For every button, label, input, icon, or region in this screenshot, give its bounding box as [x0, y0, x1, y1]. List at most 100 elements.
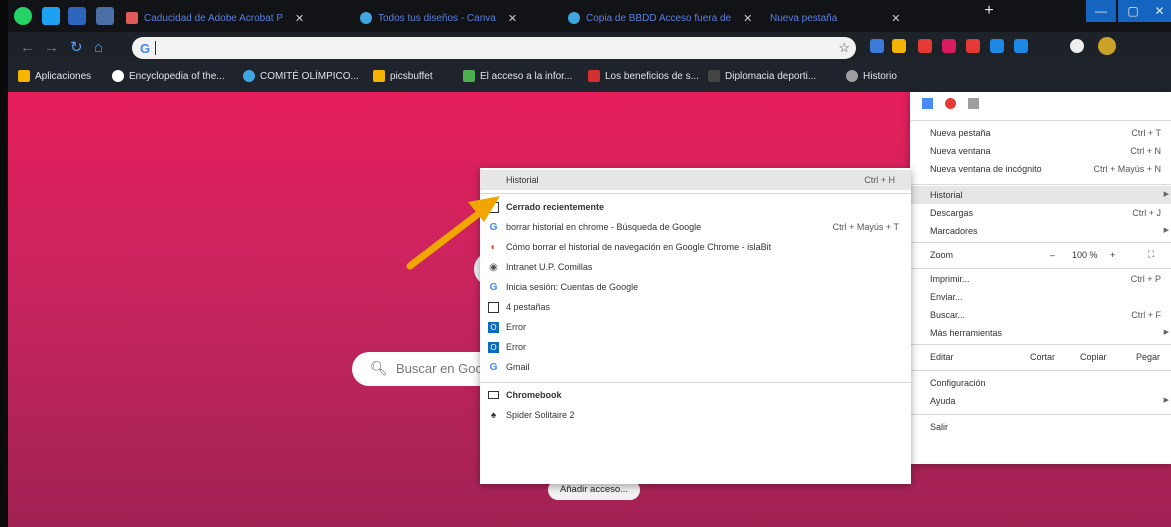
recently-closed-heading: Cerrado recientemente: [480, 198, 911, 216]
bookmark-label: Aplicaciones: [35, 70, 92, 82]
menu-label: Zoom: [930, 250, 954, 260]
menu-label: Salir: [930, 422, 949, 432]
device-item[interactable]: ♠ Spider Solitaire 2: [480, 406, 911, 424]
menu-divider: [910, 242, 1171, 243]
menu-label: Chromebook: [506, 390, 562, 400]
bookmark-comite[interactable]: COMITÉ OLÍMPICO...: [243, 70, 359, 82]
tab-copia[interactable]: Copia de BBDD Acceso fuera de ✕: [568, 7, 768, 29]
history-item[interactable]: 4 pestañas: [480, 298, 911, 316]
history-item[interactable]: O Error: [480, 338, 911, 356]
extension-icon[interactable]: [945, 98, 956, 109]
tab-label: Caducidad de Adobe Acrobat P: [144, 12, 283, 24]
menu-send[interactable]: Enviar...: [910, 288, 1171, 306]
tab-label: Todos tus diseños - Canva: [378, 12, 496, 24]
extension-icon[interactable]: [942, 39, 956, 53]
globe-icon: [243, 70, 255, 82]
reload-icon[interactable]: ↻: [70, 40, 83, 55]
menu-new-window[interactable]: Nueva ventana Ctrl + N: [910, 142, 1171, 160]
menu-label: Ayuda: [930, 396, 956, 406]
bookmark-diplomacia[interactable]: Diplomacia deporti...: [708, 70, 816, 82]
menu-history[interactable]: Historial ▶: [910, 186, 1171, 204]
history-item[interactable]: G Gmail: [480, 358, 911, 376]
menu-divider: [480, 382, 911, 383]
extension-icon[interactable]: [892, 39, 906, 53]
bookmark-historio[interactable]: Historio: [846, 70, 897, 82]
adblock-icon[interactable]: [966, 39, 980, 53]
history-item[interactable]: O Error: [480, 318, 911, 336]
fullscreen-icon[interactable]: ⛶: [1148, 249, 1154, 260]
close-icon[interactable]: ✕: [891, 12, 900, 25]
menu-find[interactable]: Buscar... Ctrl + F: [910, 306, 1171, 324]
menu-label: Nueva ventana de incógnito: [930, 164, 1042, 174]
history-item[interactable]: Gborrar historial en chrome - Búsqueda d…: [480, 218, 911, 236]
app-icon[interactable]: [68, 7, 86, 25]
extension-icon[interactable]: [918, 39, 932, 53]
minimize-button[interactable]: —: [1086, 0, 1116, 22]
extension-icon[interactable]: [1014, 39, 1028, 53]
extension-icon[interactable]: [870, 39, 884, 53]
bookmark-encyclopedia[interactable]: Encyclopedia of the...: [112, 70, 225, 82]
copy-button[interactable]: Copiar: [1080, 352, 1107, 362]
zoom-out-button[interactable]: –: [1050, 250, 1055, 260]
menu-help[interactable]: Ayuda ▶: [910, 392, 1171, 410]
tab-adobe[interactable]: Caducidad de Adobe Acrobat P ✕: [126, 7, 351, 29]
menu-label: Gmail: [506, 362, 530, 372]
bookmark-picsbuffet[interactable]: picsbuffet: [373, 70, 433, 82]
close-icon[interactable]: ✕: [295, 12, 304, 25]
close-icon[interactable]: ✕: [743, 12, 752, 25]
menu-settings[interactable]: Configuración: [910, 374, 1171, 392]
pi-icon: [708, 70, 720, 82]
back-icon[interactable]: ←: [20, 40, 35, 55]
menu-divider: [480, 193, 911, 194]
star-icon[interactable]: ☆: [838, 40, 850, 56]
menu-label: Cómo borrar el historial de navegación e…: [506, 242, 772, 252]
history-header[interactable]: Historial Ctrl + H: [480, 170, 911, 190]
bookmark-apps[interactable]: Aplicaciones: [18, 70, 91, 82]
chevron-right-icon: ▶: [1163, 227, 1169, 234]
bookmark-acceso[interactable]: El acceso a la infor...: [463, 70, 572, 82]
maximize-button[interactable]: ▢: [1118, 0, 1148, 22]
avatar[interactable]: [1098, 37, 1116, 55]
app-icon-2[interactable]: [96, 7, 114, 25]
menu-label: Historial: [930, 190, 963, 200]
profile-icon[interactable]: [1070, 39, 1084, 53]
history-item[interactable]: G Inicia sesión: Cuentas de Google: [480, 278, 911, 296]
menu-divider: [910, 370, 1171, 371]
close-icon[interactable]: ✕: [508, 12, 517, 25]
bookmark-beneficios[interactable]: Los beneficios de s...: [588, 70, 699, 82]
twitter-icon[interactable]: [42, 7, 60, 25]
history-item[interactable]: ◉ Intranet U.P. Comillas: [480, 258, 911, 276]
extension-icon[interactable]: [990, 39, 1004, 53]
tab-new[interactable]: Nueva pestaña ✕: [770, 7, 930, 29]
menu-label: Buscar...: [930, 310, 966, 320]
menu-incognito[interactable]: Nueva ventana de incógnito Ctrl + Mayús +…: [910, 160, 1171, 178]
paste-button[interactable]: Pegar: [1136, 352, 1160, 362]
menu-downloads[interactable]: Descargas Ctrl + J: [910, 204, 1171, 222]
picsbuffet-icon: [373, 70, 385, 82]
menu-more-tools[interactable]: Más herramientas ▶: [910, 324, 1171, 342]
menu-shortcut: Ctrl + N: [1130, 146, 1161, 156]
close-window-button[interactable]: ✕: [1148, 0, 1171, 22]
menu-shortcut: Ctrl + Mayús + N: [1093, 164, 1161, 174]
home-icon[interactable]: ⌂: [94, 40, 103, 55]
zoom-in-button[interactable]: +: [1110, 250, 1115, 260]
extension-icon[interactable]: [968, 98, 979, 109]
history-submenu: Historial Ctrl + H Cerrado recientemente…: [480, 168, 911, 484]
extension-icon[interactable]: [922, 98, 933, 109]
menu-exit[interactable]: Salir: [910, 418, 1171, 436]
menu-bookmarks[interactable]: Marcadores ▶: [910, 222, 1171, 240]
omnibox[interactable]: G ☆: [132, 37, 856, 59]
forward-icon[interactable]: →: [44, 40, 59, 55]
menu-new-tab[interactable]: Nueva pestaña Ctrl + T: [910, 124, 1171, 142]
chrome-icon: [568, 12, 580, 24]
menu-label: 4 pestañas: [506, 302, 551, 312]
new-tab-button[interactable]: +: [974, 0, 1004, 22]
cut-button[interactable]: Cortar: [1030, 352, 1055, 362]
arrow-shaft: [406, 204, 490, 270]
gmail-icon: [126, 12, 138, 24]
google-icon: G: [140, 41, 151, 56]
menu-print[interactable]: Imprimir... Ctrl + P: [910, 270, 1171, 288]
whatsapp-icon[interactable]: [14, 7, 32, 25]
history-item[interactable]: ◐ Cómo borrar el historial de navegación …: [480, 238, 911, 256]
tab-canva[interactable]: Todos tus diseños - Canva ✕: [360, 7, 560, 29]
